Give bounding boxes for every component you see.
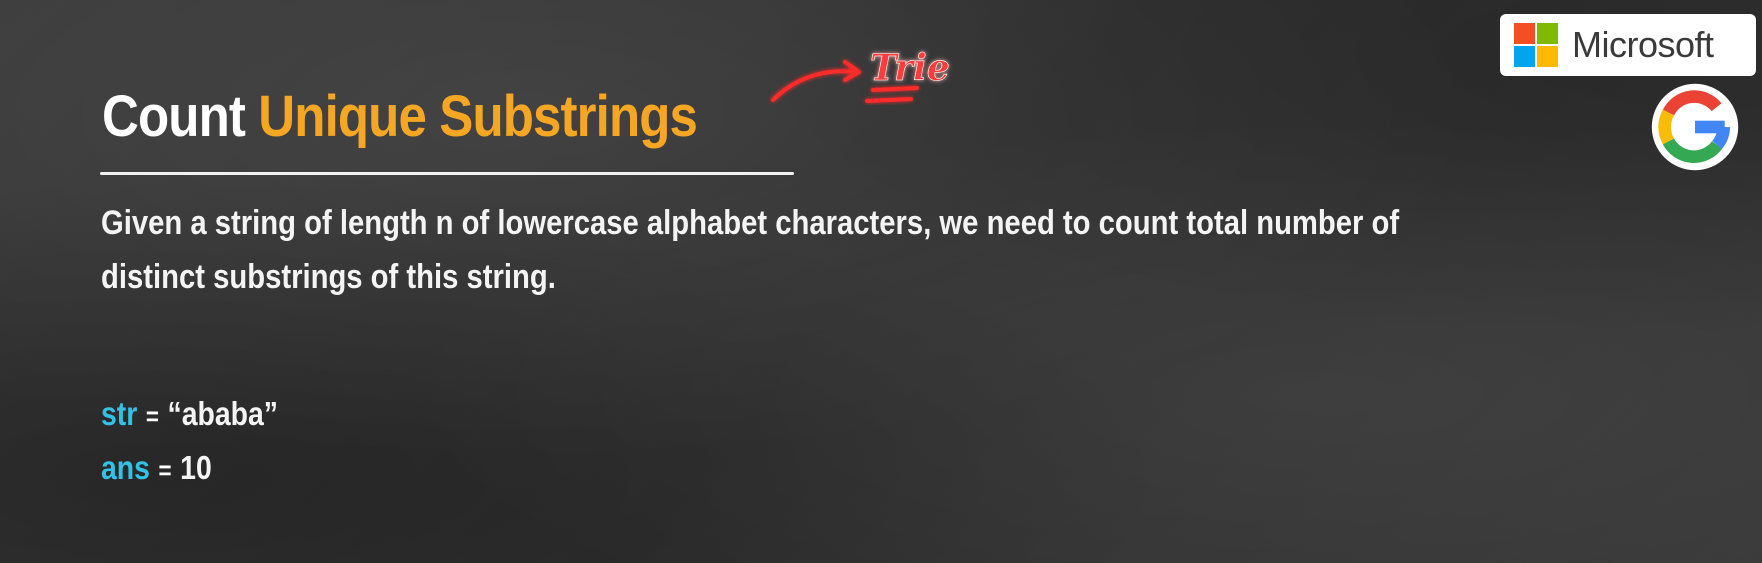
example-input-value: “ababa” [167,395,278,432]
title-underline [100,172,794,175]
microsoft-logo: Microsoft [1500,14,1756,76]
microsoft-label: Microsoft [1572,24,1714,65]
page-title: Count Unique Substrings [102,88,698,146]
example-output-value: 10 [180,449,212,486]
annotation-trie: Trie [771,47,950,103]
example-input: str = “ababa” [101,395,278,433]
title-word-count: Count [102,84,246,149]
problem-description: Given a string of length n of lowercase … [101,204,1400,296]
example-output-equals: = [158,455,172,485]
example-input-equals: = [145,401,159,431]
microsoft-square-blue [1514,46,1535,67]
example-input-key: str [101,395,138,432]
google-g-icon [1651,83,1739,171]
microsoft-square-red [1514,23,1535,44]
arrow-icon [771,60,861,102]
annotation-underline [865,86,919,103]
example-output: ans = 10 [101,449,212,487]
title-highlight: Unique Substrings [258,84,698,149]
microsoft-square-green [1537,23,1558,44]
annotation-text: Trie [870,47,950,89]
microsoft-square-yellow [1537,46,1558,67]
example-output-key: ans [101,449,150,486]
annotation-text-group: Trie [870,47,950,90]
microsoft-squares-icon [1514,23,1558,67]
